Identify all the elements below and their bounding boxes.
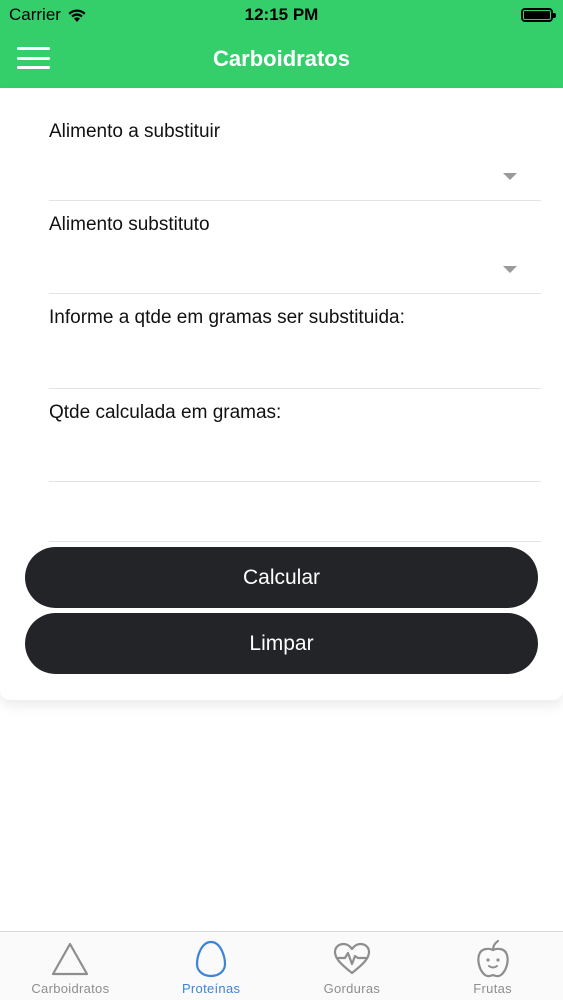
calculated-grams-label: Qtde calculada em gramas: [49,402,282,423]
substitute-food-label: Alimento substituto [49,214,210,235]
app-header: Carboidratos [0,30,563,88]
extra-input[interactable] [49,501,541,537]
food-to-replace-label: Alimento a substituir [49,121,221,142]
egg-icon [191,939,231,979]
bottom-tab-bar: Carboidratos Proteínas Gorduras Frutas [0,931,563,1000]
calculate-button[interactable]: Calcular [25,547,538,608]
grams-input-field: Informe a qtde em gramas ser substituida… [49,307,541,389]
calculated-grams-input[interactable] [49,441,541,477]
tab-frutas[interactable]: Frutas [422,932,563,1000]
wifi-icon [68,8,86,22]
tab-gorduras[interactable]: Gorduras [282,932,423,1000]
calculated-grams-field: Qtde calculada em gramas: [49,402,541,482]
extra-input-field[interactable] [49,482,541,542]
hamburger-menu-icon[interactable] [17,44,50,72]
substitute-food-dropdown[interactable]: Alimento substituto [49,214,541,294]
tab-label: Carboidratos [31,981,110,996]
page-title: Carboidratos [213,46,350,71]
triangle-icon [50,939,90,979]
form-card: Alimento a substituir Alimento substitut… [0,88,563,700]
status-left: Carrier [9,5,87,25]
carrier-label: Carrier [9,5,61,24]
apple-icon [473,939,513,979]
clear-button[interactable]: Limpar [25,613,538,674]
tab-proteinas[interactable]: Proteínas [141,932,282,1000]
food-to-replace-dropdown[interactable]: Alimento a substituir [49,121,541,201]
tab-carboidratos[interactable]: Carboidratos [0,932,141,1000]
chevron-down-icon[interactable] [503,266,517,273]
tab-label: Frutas [473,981,512,996]
heartbeat-icon [332,939,372,979]
tab-label: Proteínas [181,981,241,996]
status-bar: Carrier 12:15 PM [0,0,563,30]
chevron-down-icon[interactable] [503,173,517,180]
battery-icon [521,8,556,22]
grams-input[interactable] [49,348,541,384]
grams-input-label: Informe a qtde em gramas ser substituida… [49,307,405,328]
tab-label: Gorduras [323,981,381,996]
